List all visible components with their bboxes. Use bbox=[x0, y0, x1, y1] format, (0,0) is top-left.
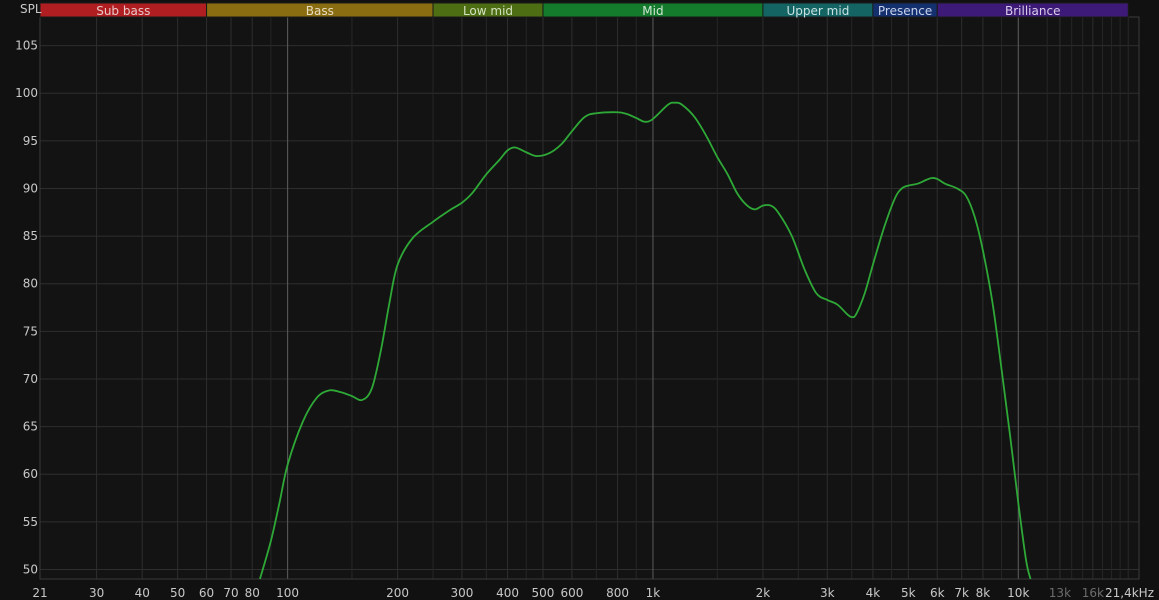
plot-area bbox=[40, 17, 1139, 579]
x-tick-label: 400 bbox=[496, 586, 519, 600]
band-label: Sub bass bbox=[96, 4, 150, 18]
x-tick-label: 30 bbox=[89, 586, 104, 600]
x-tick-label: 100 bbox=[276, 586, 299, 600]
x-tick-label: 7k bbox=[954, 586, 969, 600]
x-tick-label: 8k bbox=[976, 586, 991, 600]
x-tick-label: 70 bbox=[223, 586, 238, 600]
y-tick-label: 70 bbox=[23, 372, 38, 386]
y-tick-label: 100 bbox=[15, 86, 38, 100]
x-tick-label: 10k bbox=[1007, 586, 1029, 600]
band-label: Brilliance bbox=[1005, 4, 1060, 18]
frequency-response-chart: Sub bass Bass Low mid Mid Upper mid Presence B… bbox=[0, 0, 1159, 600]
x-tick-label: 6k bbox=[930, 586, 945, 600]
x-tick-label: 2k bbox=[756, 586, 771, 600]
x-tick-label: 500 bbox=[532, 586, 555, 600]
y-tick-label: 90 bbox=[23, 181, 38, 195]
frequency-bands: Sub bass Bass Low mid Mid Upper mid Presence B… bbox=[39, 2, 1129, 18]
x-tick-label: 600 bbox=[560, 586, 583, 600]
band-label: Upper mid bbox=[787, 4, 850, 18]
x-tick-label: 300 bbox=[450, 586, 473, 600]
x-tick-label: 5k bbox=[901, 586, 916, 600]
x-tick-label: 80 bbox=[245, 586, 260, 600]
y-tick-label: 50 bbox=[23, 562, 38, 576]
y-tick-label: 55 bbox=[23, 515, 38, 529]
x-tick-label: 40 bbox=[135, 586, 150, 600]
y-tick-label: 105 bbox=[15, 39, 38, 53]
x-tick-label: 3k bbox=[820, 586, 835, 600]
x-tick-label: 1k bbox=[646, 586, 661, 600]
x-tick-label: 800 bbox=[606, 586, 629, 600]
x-tick-label: 13k bbox=[1049, 586, 1071, 600]
x-tick-label: 50 bbox=[170, 586, 185, 600]
y-axis-label: SPL bbox=[20, 2, 42, 16]
y-tick-label: 80 bbox=[23, 277, 38, 291]
band-label: Low mid bbox=[463, 4, 513, 18]
band-label: Mid bbox=[642, 4, 663, 18]
x-tick-label: 200 bbox=[386, 586, 409, 600]
y-tick-label: 75 bbox=[23, 324, 38, 338]
band-label: Presence bbox=[878, 4, 932, 18]
x-tick-label: 60 bbox=[199, 586, 214, 600]
x-tick-label: 21 bbox=[32, 586, 47, 600]
x-tick-label: 4k bbox=[866, 586, 881, 600]
x-tick-label: 16k bbox=[1082, 586, 1104, 600]
x-tick-label: 21,4kHz bbox=[1105, 586, 1154, 600]
y-tick-label: 85 bbox=[23, 229, 38, 243]
y-tick-label: 60 bbox=[23, 467, 38, 481]
y-tick-label: 65 bbox=[23, 420, 38, 434]
y-tick-label: 95 bbox=[23, 134, 38, 148]
band-label: Bass bbox=[306, 4, 334, 18]
